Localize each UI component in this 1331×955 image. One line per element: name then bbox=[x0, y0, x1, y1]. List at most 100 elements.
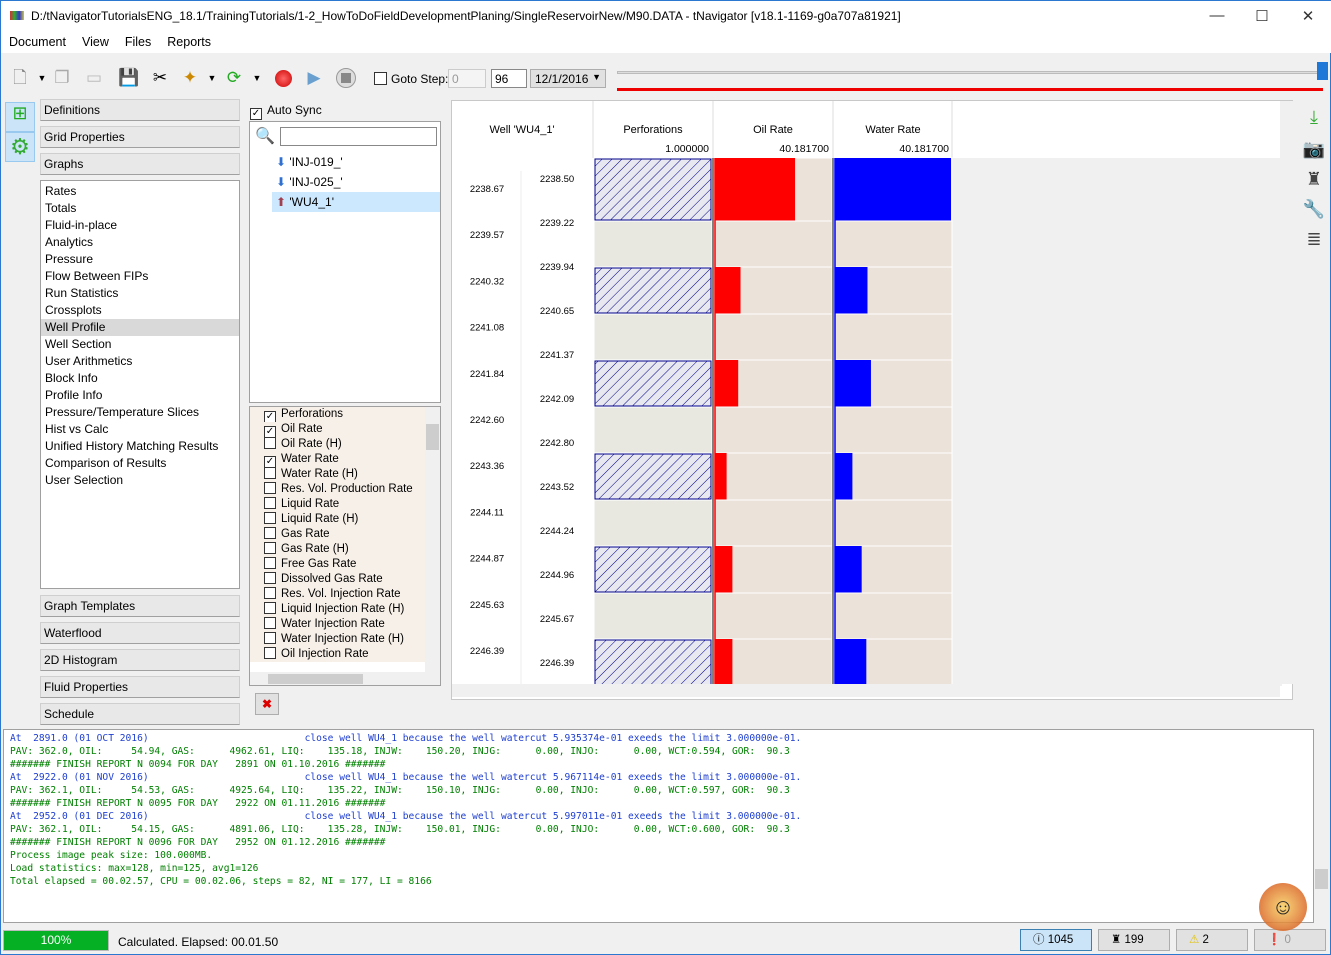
property-checkbox[interactable] bbox=[264, 632, 276, 644]
graph-item[interactable]: Totals bbox=[41, 200, 239, 217]
graph-item[interactable]: Pressure bbox=[41, 251, 239, 268]
well-item[interactable]: ⬇ 'INJ-025_' bbox=[272, 172, 440, 192]
property-item[interactable]: Water Injection Rate (H) bbox=[250, 632, 425, 647]
auto-sync-checkbox[interactable]: ✓ Auto Sync bbox=[250, 103, 322, 120]
date-dropdown[interactable]: 12/1/2016 ▼ bbox=[530, 69, 606, 88]
property-item[interactable]: ✓ Oil Rate bbox=[250, 422, 425, 438]
step-spinbox[interactable]: 96 bbox=[491, 69, 527, 88]
graph-item[interactable]: Comparison of Results bbox=[41, 455, 239, 472]
well-item[interactable]: ⬆ 'WU4_1' bbox=[272, 192, 440, 212]
chevron-down-icon[interactable]: ▼ bbox=[31, 67, 53, 89]
graph-item[interactable]: Fluid-in-place bbox=[41, 217, 239, 234]
chevron-down-icon[interactable]: ▼ bbox=[246, 67, 268, 89]
property-item[interactable]: Liquid Rate (H) bbox=[250, 512, 425, 527]
graph-item[interactable]: Pressure/Temperature Slices bbox=[41, 404, 239, 421]
timeline-slider[interactable] bbox=[617, 71, 1323, 74]
property-item[interactable]: ✓ Perforations bbox=[250, 407, 425, 423]
warning-messages-button[interactable]: ⚠ 2 bbox=[1176, 929, 1248, 951]
property-item[interactable]: Water Rate (H) bbox=[250, 467, 425, 482]
section-grid-properties[interactable]: Grid Properties bbox=[40, 126, 240, 148]
property-item[interactable]: Gas Rate bbox=[250, 527, 425, 542]
chevron-down-icon[interactable]: ▼ bbox=[201, 67, 223, 89]
property-item[interactable]: Oil Injection Rate bbox=[250, 647, 425, 662]
section-graphs[interactable]: Graphs bbox=[40, 153, 240, 175]
timeline-handle[interactable] bbox=[1317, 62, 1328, 80]
magic-wand-icon[interactable]: ✦ bbox=[179, 67, 201, 89]
property-item[interactable]: Gas Rate (H) bbox=[250, 542, 425, 557]
property-checkbox[interactable] bbox=[264, 647, 276, 659]
property-checkbox[interactable] bbox=[264, 512, 276, 524]
graph-item[interactable]: Hist vs Calc bbox=[41, 421, 239, 438]
graph-item[interactable]: Rates bbox=[41, 183, 239, 200]
menu-document[interactable]: Document bbox=[1, 31, 74, 49]
scissors-icon[interactable]: ✂ bbox=[149, 67, 171, 89]
well-rig-icon[interactable]: ♜ bbox=[1301, 169, 1327, 195]
well-messages-button[interactable]: ♜ 199 bbox=[1098, 929, 1170, 951]
graph-item[interactable]: Crossplots bbox=[41, 302, 239, 319]
property-checkbox[interactable] bbox=[264, 572, 276, 584]
blank-icon[interactable]: ▭ bbox=[83, 67, 105, 89]
property-item[interactable]: Water Injection Rate bbox=[250, 617, 425, 632]
property-checkbox[interactable] bbox=[264, 482, 276, 494]
export-icon[interactable]: ⤓ bbox=[1301, 107, 1327, 133]
property-item[interactable]: Liquid Rate bbox=[250, 497, 425, 512]
close-button[interactable]: ✕ bbox=[1298, 7, 1318, 25]
graph-item[interactable]: User Selection bbox=[41, 472, 239, 489]
property-item[interactable]: Free Gas Rate bbox=[250, 557, 425, 572]
well-search-input[interactable] bbox=[280, 127, 437, 146]
graph-item[interactable]: User Arithmetics bbox=[41, 353, 239, 370]
tree-view-icon[interactable]: ⊞ bbox=[5, 102, 35, 132]
section-waterflood[interactable]: Waterflood bbox=[40, 622, 240, 644]
property-checkbox[interactable] bbox=[264, 557, 276, 569]
graph-item[interactable]: Unified History Matching Results bbox=[41, 438, 239, 455]
save-icon[interactable]: 💾 bbox=[118, 67, 140, 89]
wrench-icon[interactable]: 🔧 bbox=[1301, 199, 1327, 225]
property-item[interactable]: ✓ Water Rate bbox=[250, 452, 425, 468]
property-checkbox[interactable] bbox=[264, 467, 276, 479]
vertical-scrollbar[interactable] bbox=[425, 407, 440, 672]
graph-item[interactable]: Block Info bbox=[41, 370, 239, 387]
log-scrollbar[interactable] bbox=[1314, 729, 1329, 923]
property-item[interactable]: Res. Vol. Injection Rate bbox=[250, 587, 425, 602]
section-2d-histogram[interactable]: 2D Histogram bbox=[40, 649, 240, 671]
record-icon[interactable] bbox=[275, 70, 292, 87]
goto-step-input[interactable]: 0 bbox=[448, 69, 486, 88]
horizontal-scrollbar[interactable] bbox=[452, 684, 1280, 697]
well-item[interactable]: ⬇ 'INJ-019_' bbox=[272, 152, 440, 172]
property-checkbox[interactable] bbox=[264, 617, 276, 629]
property-item[interactable]: Liquid Injection Rate (H) bbox=[250, 602, 425, 617]
refresh-icon[interactable]: ⟳ bbox=[223, 67, 245, 89]
menu-view[interactable]: View bbox=[74, 31, 117, 49]
graph-item[interactable]: Run Statistics bbox=[41, 285, 239, 302]
property-item[interactable]: Dissolved Gas Rate bbox=[250, 572, 425, 587]
graph-item[interactable]: Analytics bbox=[41, 234, 239, 251]
graph-item[interactable]: Profile Info bbox=[41, 387, 239, 404]
delete-icon[interactable]: ✖ bbox=[255, 693, 279, 715]
graph-item[interactable]: Well Profile bbox=[41, 319, 239, 336]
minimize-button[interactable]: — bbox=[1207, 7, 1227, 24]
section-definitions[interactable]: Definitions bbox=[40, 99, 240, 121]
ruler-icon[interactable]: ≣ bbox=[1301, 229, 1327, 255]
menu-files[interactable]: Files bbox=[117, 31, 159, 49]
info-messages-button[interactable]: ⓘ 1045 bbox=[1020, 929, 1092, 951]
property-checkbox[interactable] bbox=[264, 602, 276, 614]
horizontal-scrollbar[interactable] bbox=[250, 672, 440, 685]
graph-item[interactable]: Well Section bbox=[41, 336, 239, 353]
camera-icon[interactable]: 📷 bbox=[1301, 139, 1327, 165]
goto-step-checkbox[interactable] bbox=[374, 72, 387, 85]
menu-reports[interactable]: Reports bbox=[159, 31, 219, 49]
property-checkbox[interactable] bbox=[264, 527, 276, 539]
property-item[interactable]: Res. Vol. Production Rate bbox=[250, 482, 425, 497]
error-messages-button[interactable]: ❗ 0 bbox=[1254, 929, 1326, 951]
gear-icon[interactable]: ⚙ bbox=[5, 132, 35, 162]
maximize-button[interactable]: ☐ bbox=[1252, 7, 1272, 25]
vertical-scrollbar[interactable] bbox=[1280, 101, 1293, 684]
property-checkbox[interactable] bbox=[264, 437, 276, 449]
property-item[interactable]: Oil Rate (H) bbox=[250, 437, 425, 452]
new-document-icon[interactable]: 🗋 bbox=[9, 67, 31, 89]
section-graph-templates[interactable]: Graph Templates bbox=[40, 595, 240, 617]
section-fluid-properties[interactable]: Fluid Properties bbox=[40, 676, 240, 698]
play-icon[interactable]: ▶ bbox=[303, 67, 325, 89]
section-schedule[interactable]: Schedule bbox=[40, 703, 240, 725]
property-checkbox[interactable] bbox=[264, 542, 276, 554]
